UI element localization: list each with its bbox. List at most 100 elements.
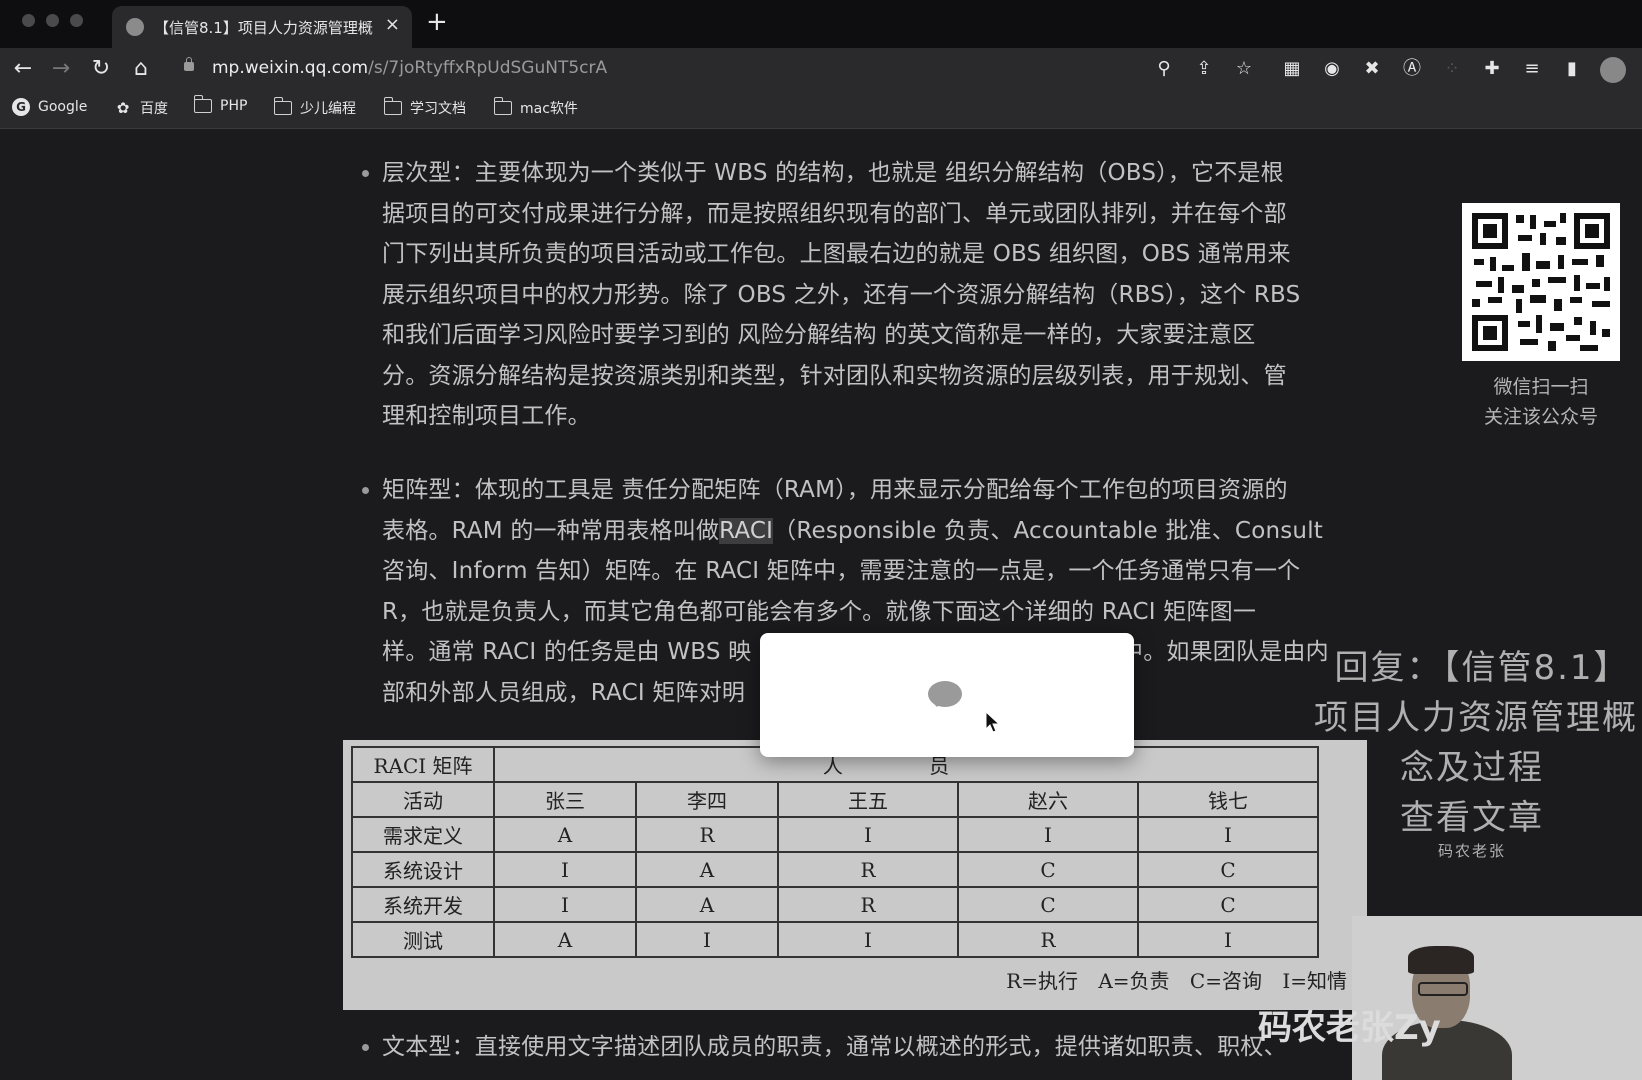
- overlay-view-article: 查看文章: [1400, 798, 1544, 838]
- address-bar[interactable]: mp.weixin.qq.com/s/7joRtyffxRpUdSGuNT5cr…: [212, 58, 607, 78]
- bookmark-google[interactable]: G Google: [12, 98, 87, 116]
- forward-arrow-icon[interactable]: →: [48, 56, 74, 82]
- bookmark-star-icon[interactable]: ☆: [1232, 57, 1256, 81]
- raci-cell: I: [493, 886, 637, 923]
- reading-list-icon[interactable]: ≡: [1520, 57, 1544, 81]
- raci-cell: C: [1137, 851, 1319, 888]
- share-icon[interactable]: ⇪: [1192, 57, 1216, 81]
- raci-activity-header: 活动: [351, 781, 495, 818]
- raci-cell: C: [1137, 886, 1319, 923]
- text-line: 展示组织项目中的权力形势。除了 OBS 之外，还有一个资源分解结构（RBS），这…: [382, 281, 1301, 308]
- raci-cell: I: [1137, 816, 1319, 853]
- lock-icon: [184, 57, 194, 71]
- window-minimize-button[interactable]: [46, 14, 59, 27]
- raci-cell: I: [777, 816, 959, 853]
- url-host: mp.weixin.qq.com: [212, 58, 369, 78]
- new-tab-button[interactable]: +: [426, 8, 448, 36]
- presenter-hair: [1408, 946, 1474, 974]
- bookmark-kids-coding[interactable]: 少儿编程: [273, 97, 356, 118]
- webcam-video: [1352, 916, 1642, 1080]
- bullet-icon: [362, 1044, 369, 1051]
- google-icon: G: [12, 98, 30, 116]
- profile-avatar[interactable]: [1600, 57, 1626, 83]
- browser-toolbar: ← → ↻ ⌂ mp.weixin.qq.com/s/7joRtyffxRpUd…: [0, 48, 1642, 90]
- overlay-author: 码农老张: [1437, 842, 1506, 860]
- text-line: 矩阵型：体现的工具是 责任分配矩阵（RAM），用来显示分配给每个工作包的项目资源…: [382, 477, 1288, 503]
- paragraph-text-type: 文本型：直接使用文字描述团队成员的职责，通常以概述的形式，提供诸如职责、职权、: [362, 1027, 1372, 1068]
- folder-icon: [493, 97, 512, 115]
- text-line: R，也就是负责人，而其它角色都可能会有多个。就像下面这个详细的 RACI 矩阵图…: [382, 598, 1257, 625]
- raci-person: 赵六: [957, 781, 1139, 818]
- folder-icon: [383, 97, 402, 115]
- bookmark-php[interactable]: PHP: [193, 95, 247, 114]
- side-panel-icon[interactable]: ▮: [1560, 57, 1584, 81]
- text-line: 据项目的可交付成果进行分解，而是按照组织现有的部门、单元或团队排列，并在每个部: [382, 200, 1287, 227]
- raci-cell: I: [777, 921, 959, 958]
- raci-matrix-image: RACI 矩阵 人 员 活动 张三 李四 王五 赵六 钱七 需求定义 A R I…: [343, 740, 1367, 1010]
- folder-icon: [273, 97, 292, 115]
- raci-person: 王五: [777, 781, 959, 818]
- bullet-icon: [362, 170, 369, 177]
- raci-legend: R=执行 A=负责 C=咨询 I=知情: [1006, 969, 1347, 993]
- home-icon[interactable]: ⌂: [128, 56, 154, 82]
- mouse-cursor-icon: [985, 711, 1001, 733]
- raci-cell: I: [957, 816, 1139, 853]
- text-line: 表格。RAM 的一种常用表格叫做RACI（Responsible 负责、Acco…: [382, 517, 1324, 544]
- overlay-title-line2: 念及过程: [1400, 748, 1544, 788]
- text-line: 门下列出其所负责的项目活动或工作包。上图最右边的就是 OBS 组织图，OBS 通…: [382, 241, 1291, 267]
- tab-strip: 【信管8.1】项目人力资源管理概 × +: [0, 0, 1642, 48]
- raci-activity: 测试: [351, 921, 495, 958]
- raci-cell: R: [777, 886, 959, 923]
- extensions-puzzle-icon[interactable]: ✚: [1480, 57, 1504, 81]
- raci-cell: I: [493, 851, 637, 888]
- reload-icon[interactable]: ↻: [88, 56, 114, 82]
- text-line: 分。资源分解结构是按资源类别和类型，针对团队和实物资源的层级列表，用于规划、管: [382, 362, 1287, 389]
- folder-icon: [193, 95, 212, 113]
- raci-table: RACI 矩阵 人 员 活动 张三 李四 王五 赵六 钱七 需求定义 A R I…: [351, 746, 1319, 958]
- presenter-glasses: [1418, 982, 1468, 996]
- loading-popup[interactable]: [760, 633, 1134, 757]
- tab-close-button[interactable]: ×: [385, 14, 400, 35]
- raci-activity: 系统设计: [351, 851, 495, 888]
- extension-x-icon[interactable]: ✖: [1360, 57, 1384, 81]
- overlay-reply-line: 回复：【信管8.1】: [1334, 648, 1630, 688]
- bookmark-mac-software[interactable]: mac软件: [493, 97, 578, 118]
- selected-text[interactable]: RACI: [719, 517, 774, 544]
- raci-corner: RACI 矩阵: [351, 746, 495, 783]
- raci-person: 钱七: [1137, 781, 1319, 818]
- bookmark-baidu[interactable]: ✿ 百度: [114, 98, 168, 118]
- raci-cell: R: [777, 851, 959, 888]
- raci-activity: 系统开发: [351, 886, 495, 923]
- chat-bubble-icon: [928, 681, 962, 707]
- zoom-icon[interactable]: ⚲: [1152, 57, 1176, 81]
- translate-extension-icon[interactable]: ▦: [1280, 57, 1304, 81]
- url-path: /s/7joRtyffxRpUdSGuNT5crA: [368, 58, 608, 78]
- qr-caption-scan: 微信扫一扫: [1493, 376, 1589, 398]
- text-line: 文本型：直接使用文字描述团队成员的职责，通常以概述的形式，提供诸如职责、职权、: [382, 1034, 1287, 1060]
- text-line: 咨询、Inform 告知）矩阵。在 RACI 矩阵中，需要注意的一点是，一个任务…: [382, 558, 1301, 584]
- bullet-icon: [362, 487, 369, 494]
- extension-circle-icon[interactable]: ◉: [1320, 57, 1344, 81]
- window-zoom-button[interactable]: [70, 14, 83, 27]
- back-arrow-icon[interactable]: ←: [10, 56, 36, 82]
- qr-caption-follow: 关注该公众号: [1483, 406, 1598, 428]
- window-close-button[interactable]: [22, 14, 35, 27]
- extension-dots-icon[interactable]: ⁘: [1440, 57, 1464, 81]
- baidu-paw-icon: ✿: [116, 99, 130, 117]
- paragraph-hierarchical: 层次型：主要体现为一个类似于 WBS 的结构，也就是 组织分解结构（OBS），它…: [362, 153, 1372, 437]
- bookmarks-bar: G Google ✿ 百度 PHP 少儿编程 学习文档 mac软件: [0, 90, 1642, 129]
- raci-person: 李四: [635, 781, 779, 818]
- overlay-title-line: 项目人力资源管理概: [1314, 698, 1638, 738]
- extension-a-icon[interactable]: Ⓐ: [1400, 57, 1424, 81]
- raci-cell: C: [957, 886, 1139, 923]
- raci-activity: 需求定义: [351, 816, 495, 853]
- text-line: 层次型：主要体现为一个类似于 WBS 的结构，也就是 组织分解结构（OBS），它…: [382, 160, 1284, 186]
- raci-cell: I: [1137, 921, 1319, 958]
- raci-cell: A: [635, 851, 779, 888]
- tab-favicon-icon: [126, 18, 144, 36]
- text-line: 理和控制项目工作。: [382, 403, 591, 429]
- raci-cell: A: [493, 921, 637, 958]
- bookmark-study-docs[interactable]: 学习文档: [383, 97, 466, 118]
- text-line: 和我们后面学习风险时要学习到的 风险分解结构 的英文简称是一样的，大家要注意区: [382, 322, 1256, 348]
- browser-tab[interactable]: 【信管8.1】项目人力资源管理概 ×: [112, 6, 412, 48]
